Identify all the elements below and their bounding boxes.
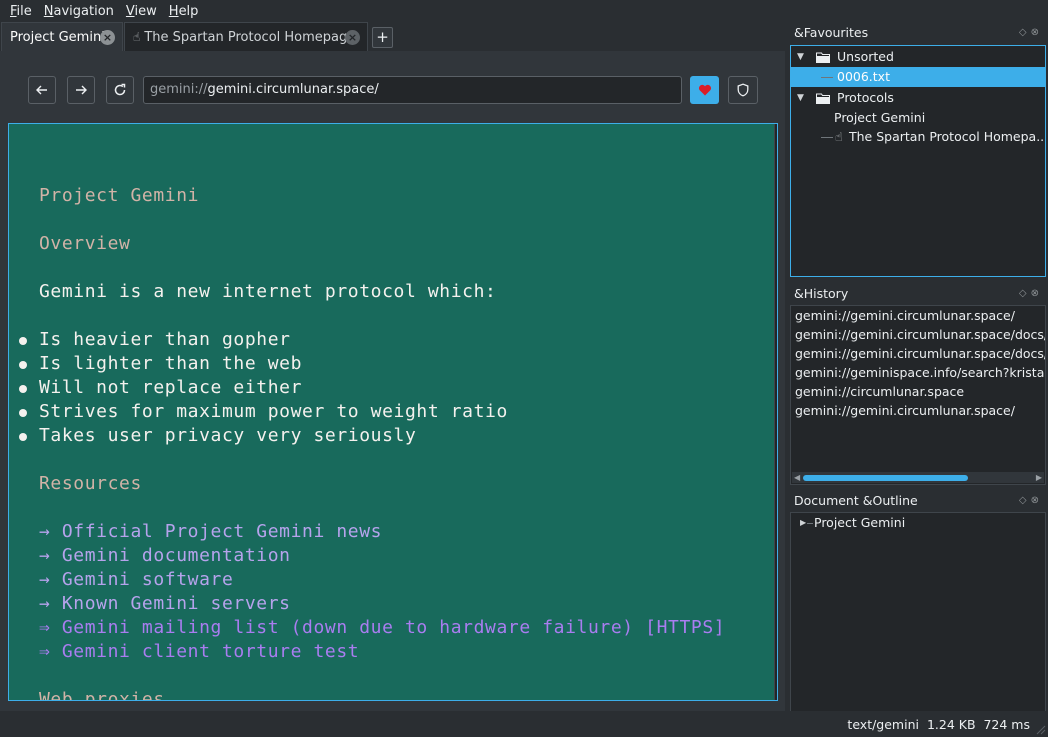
heading-title: Project Gemini (39, 185, 200, 206)
heading-overview: Overview (39, 233, 131, 254)
tree-item-project-gemini[interactable]: Project Gemini (791, 108, 1045, 128)
link-news[interactable]: → Official Project Gemini news (39, 520, 382, 544)
menu-navigation[interactable]: Navigation (38, 0, 120, 24)
link-mailing-list[interactable]: ⇒ Gemini mailing list (down due to hardw… (39, 616, 725, 640)
dock-float-close-icon[interactable]: ◇⊗ (1019, 23, 1043, 43)
bullet-icon (19, 409, 27, 417)
favourite-button[interactable] (690, 76, 719, 104)
close-icon[interactable]: × (100, 30, 115, 45)
tree-item-0006-txt[interactable]: 0006.txt (791, 67, 1045, 87)
tab-spartan-protocol[interactable]: ☝ The Spartan Protocol Homepage × (124, 22, 368, 51)
list-item: Strives for maximum power to weight rati… (39, 401, 508, 422)
list-item: Takes user privacy very seriously (39, 425, 417, 446)
folder-icon (816, 93, 830, 104)
bullet-icon (19, 433, 27, 441)
bullet-icon (19, 385, 27, 393)
resize-grip-icon[interactable] (1036, 725, 1046, 735)
heading-web-proxies: Web proxies (39, 689, 165, 701)
reload-icon (114, 83, 126, 96)
list-item[interactable]: gemini://gemini.circumlunar.space/ (795, 306, 1015, 325)
favourites-tree[interactable]: ▼ Unsorted 0006.txt ▼ Protocols Project … (790, 45, 1046, 277)
bullet-icon (19, 361, 27, 369)
reload-button[interactable] (106, 76, 134, 104)
link-software[interactable]: → Gemini software (39, 568, 233, 592)
scroll-right-icon[interactable]: ▶ (1036, 472, 1042, 483)
chevron-down-icon[interactable]: ▼ (797, 47, 804, 67)
tree-item-outline[interactable]: ▶ Project Gemini (791, 513, 1045, 533)
list-item: Is lighter than the web (39, 353, 303, 374)
history-list[interactable]: gemini://gemini.circumlunar.space/ gemin… (790, 305, 1046, 485)
list-item: Will not replace either (39, 377, 303, 398)
scroll-down-icon[interactable]: ▼ (777, 691, 778, 701)
vertical-scrollbar[interactable]: ▲ ▼ (774, 124, 778, 701)
outline-dock-title: Document &Outline ◇⊗ (790, 491, 1045, 511)
tree-item-spartan[interactable]: ☝ The Spartan Protocol Homepa... (791, 127, 1045, 147)
link-documentation[interactable]: → Gemini documentation (39, 544, 291, 568)
new-tab-button[interactable]: + (372, 27, 393, 48)
heart-icon (698, 84, 711, 96)
menu-help[interactable]: Help (163, 0, 205, 24)
list-item[interactable]: gemini://gemini.circumlunar.space/ (795, 401, 1015, 420)
menu-file[interactable]: File (4, 0, 38, 24)
dock-float-close-icon[interactable]: ◇⊗ (1019, 491, 1043, 511)
scroll-up-icon[interactable]: ▲ (777, 125, 778, 135)
menu-view[interactable]: View (120, 0, 163, 24)
chevron-down-icon[interactable]: ▼ (797, 88, 804, 108)
tab-project-gemini[interactable]: Project Gemini × (1, 22, 123, 51)
bullet-icon (19, 337, 27, 345)
forward-button[interactable] (67, 76, 95, 104)
url-input[interactable]: gemini://gemini.circumlunar.space/ (143, 76, 682, 104)
dock-float-close-icon[interactable]: ◇⊗ (1019, 284, 1043, 304)
scroll-left-icon[interactable]: ◀ (794, 472, 800, 483)
folder-icon (816, 52, 830, 63)
menubar: File Navigation View Help (0, 0, 1048, 24)
link-servers[interactable]: → Known Gemini servers (39, 592, 291, 616)
arrow-right-icon (76, 85, 87, 95)
browser-page: gemini://gemini.circumlunar.space/ Proje… (0, 51, 785, 711)
hand-icon: ☝ (133, 30, 141, 44)
favourites-dock-title: &Favourites ◇⊗ (790, 23, 1045, 43)
shield-icon (737, 83, 749, 97)
tab-label: Project Gemini (10, 29, 105, 45)
scrollbar-thumb[interactable] (803, 475, 968, 481)
paragraph: Gemini is a new internet protocol which: (39, 281, 497, 302)
status-text: text/gemini 1.24 KB 724 ms (847, 717, 1030, 732)
list-item[interactable]: gemini://gemini.circumlunar.space/docs/ (795, 325, 1045, 344)
close-icon[interactable]: × (345, 30, 360, 45)
list-item: Is heavier than gopher (39, 329, 291, 350)
heading-resources: Resources (39, 473, 142, 494)
list-item[interactable]: gemini://gemini.circumlunar.space/docs/s… (795, 344, 1045, 363)
tab-label: The Spartan Protocol Homepage (144, 29, 356, 45)
tree-folder-unsorted[interactable]: ▼ Unsorted (791, 47, 1045, 67)
document-view[interactable]: Project Gemini Overview Gemini is a new … (8, 123, 778, 701)
link-torture-test[interactable]: ⇒ Gemini client torture test (39, 640, 359, 664)
history-dock-title: &History ◇⊗ (790, 284, 1045, 304)
tree-folder-protocols[interactable]: ▼ Protocols (791, 88, 1045, 108)
arrow-left-icon (36, 85, 47, 95)
outline-tree[interactable]: ▶ Project Gemini (790, 512, 1046, 715)
horizontal-scrollbar[interactable]: ◀ ▶ (792, 472, 1044, 483)
hand-icon: ☝ (835, 129, 843, 144)
status-bar: text/gemini 1.24 KB 724 ms (0, 711, 1048, 737)
chevron-right-icon[interactable]: ▶ (800, 513, 806, 533)
list-item[interactable]: gemini://geminispace.info/search?kristal… (795, 363, 1045, 382)
list-item[interactable]: gemini://circumlunar.space (795, 382, 964, 401)
back-button[interactable] (28, 76, 56, 104)
certificate-button[interactable] (728, 76, 758, 104)
